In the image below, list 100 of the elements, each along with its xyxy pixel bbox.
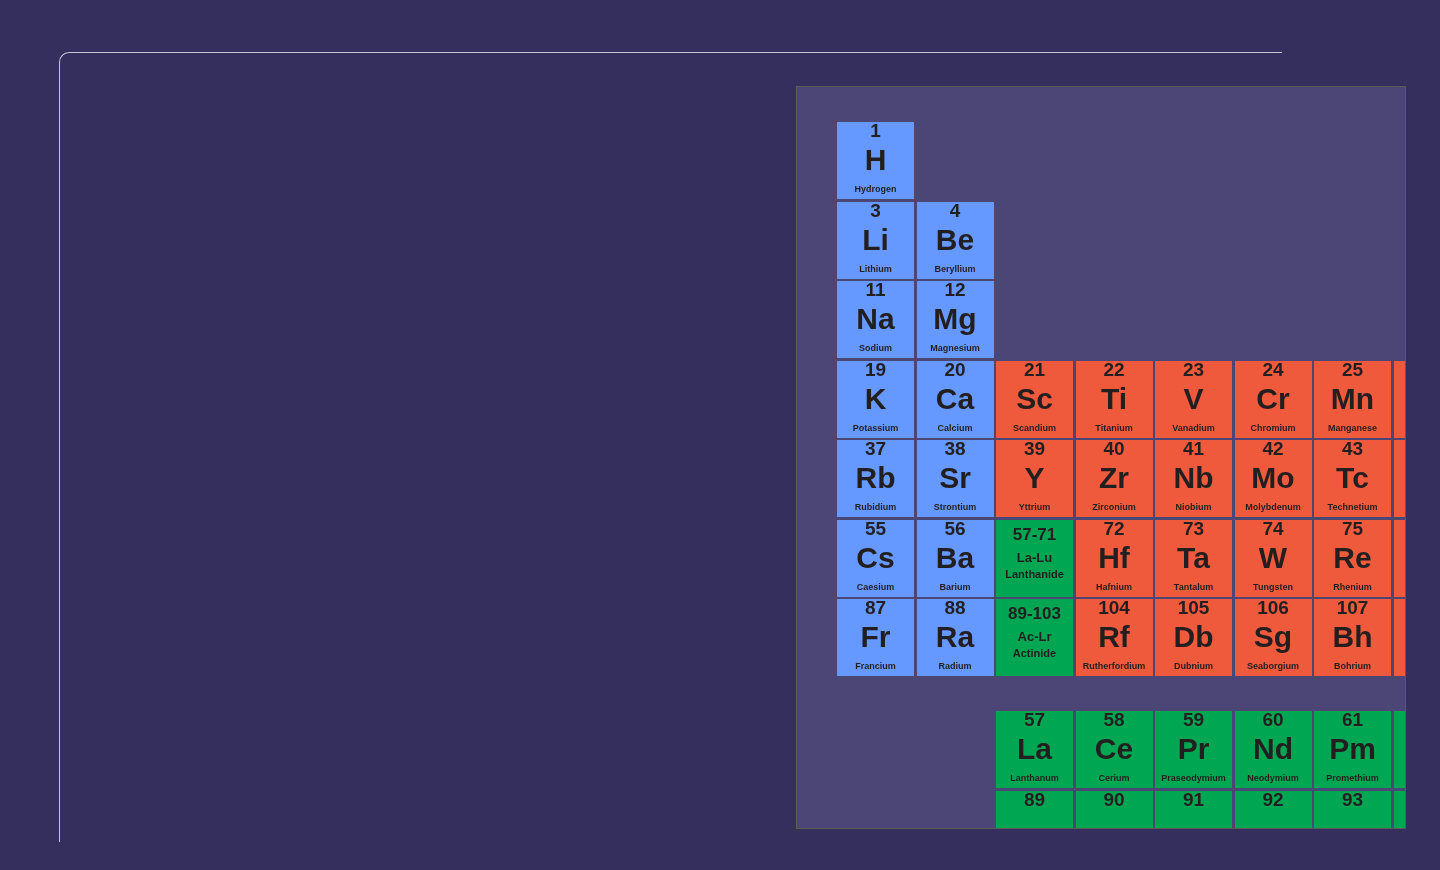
- element-name: Hafnium: [1096, 581, 1132, 592]
- element-symbol: Li: [862, 222, 889, 257]
- atomic-number: 39: [1023, 439, 1046, 459]
- element-name: Rubidium: [854, 502, 897, 512]
- atomic-number: 3: [870, 200, 881, 221]
- atomic-number: 88: [944, 598, 966, 618]
- element-name: Molybdenum: [1245, 502, 1301, 512]
- element-symbol: Sr: [939, 461, 971, 495]
- element-symbol: Nb: [1173, 461, 1214, 495]
- element-name: Lanthanum: [1010, 773, 1059, 783]
- atomic-number: 91: [1182, 789, 1205, 810]
- atomic-number: 38: [944, 439, 966, 459]
- element-name: Strontium: [933, 502, 977, 512]
- atomic-number: 22: [1103, 359, 1125, 380]
- element-name: Francium: [855, 661, 896, 671]
- element-symbol: Hf: [1098, 540, 1130, 575]
- atomic-number: 90: [1103, 789, 1125, 810]
- element-name: Scandium: [1013, 422, 1056, 433]
- atomic-number: 92: [1262, 789, 1284, 810]
- atomic-number: 40: [1103, 439, 1125, 459]
- atomic-number: 24: [1262, 359, 1284, 380]
- atomic-number: 59: [1182, 710, 1205, 730]
- element-name: Seaborgium: [1247, 661, 1299, 671]
- element-name: Neodymium: [1247, 773, 1299, 783]
- element-name: Magnesium: [930, 343, 980, 353]
- element-symbol: V: [1183, 381, 1204, 416]
- atomic-number: 75: [1341, 518, 1364, 539]
- element-symbol: Cr: [1256, 381, 1290, 416]
- atomic-number: 37: [864, 439, 887, 459]
- element-symbol: Re: [1333, 540, 1372, 575]
- element-symbol: Pr: [1177, 732, 1210, 766]
- atomic-number: 104: [1098, 598, 1130, 618]
- atomic-number: 73: [1182, 518, 1205, 539]
- element-symbol: W: [1258, 540, 1288, 575]
- element-symbol: Ra: [935, 620, 975, 654]
- element-name: Manganese: [1328, 422, 1377, 433]
- atomic-number: 87: [864, 598, 887, 618]
- element-symbol: Rf: [1098, 620, 1130, 654]
- atomic-number: 105: [1177, 598, 1210, 618]
- element-name: Praseodymium: [1161, 773, 1226, 783]
- element-symbol: Be: [935, 222, 975, 257]
- element-symbol: Na: [856, 302, 895, 336]
- element-symbol: Bh: [1332, 620, 1373, 654]
- element-symbol: Y: [1024, 461, 1045, 495]
- atomic-number: 72: [1103, 518, 1125, 539]
- atomic-number: 4: [949, 200, 961, 221]
- element-symbol: Mn: [1330, 381, 1375, 416]
- element-name: Dubnium: [1174, 661, 1213, 671]
- element-symbol: Ba: [935, 540, 975, 575]
- atomic-number: 42: [1262, 439, 1284, 459]
- element-symbol: K: [864, 381, 887, 416]
- atomic-number: 43: [1341, 439, 1364, 459]
- element-symbol: Mg: [933, 302, 977, 336]
- element-symbol: H: [864, 143, 887, 177]
- atomic-number-range: 89-103: [1008, 604, 1061, 623]
- element-symbol: Sc: [1016, 381, 1053, 416]
- atomic-number-range: 57-71: [1012, 524, 1057, 544]
- element-name: Niobium: [1175, 502, 1212, 512]
- element-symbol: Ca: [935, 381, 975, 416]
- element-symbol: Nd: [1253, 732, 1293, 766]
- element-symbol: Ta: [1177, 540, 1210, 575]
- element-name: Caesium: [856, 581, 895, 592]
- element-name: Chromium: [1250, 422, 1296, 433]
- element-name: Lithium: [859, 263, 892, 274]
- element-name: Rutherfordium: [1082, 661, 1146, 671]
- element-symbol: Zr: [1099, 461, 1129, 495]
- element-symbol: Sg: [1253, 620, 1293, 654]
- atomic-number: 89: [1023, 789, 1046, 810]
- element-symbol: Pm: [1329, 732, 1376, 766]
- atomic-number: 20: [944, 359, 966, 380]
- element-name: Tungsten: [1253, 581, 1293, 592]
- element-name: Titanium: [1095, 422, 1133, 433]
- atomic-number: 41: [1182, 439, 1205, 459]
- atomic-number: 106: [1257, 598, 1289, 618]
- symbol-range: Ac-Lr: [1017, 629, 1052, 644]
- atomic-number: 19: [864, 359, 887, 380]
- atomic-number: 74: [1262, 518, 1284, 539]
- element-symbol: Ti: [1100, 381, 1128, 416]
- element-name: Hydrogen: [854, 184, 897, 194]
- element-name: Cerium: [1098, 773, 1130, 783]
- element-name: Sodium: [859, 343, 892, 353]
- atomic-number: 107: [1336, 598, 1369, 618]
- atomic-number: 55: [864, 518, 887, 539]
- element-symbol: Db: [1173, 620, 1214, 654]
- atomic-number: 25: [1341, 359, 1364, 380]
- group-name: Actinide: [1012, 647, 1057, 660]
- atomic-number: 61: [1341, 710, 1364, 730]
- element-symbol: Mo: [1251, 461, 1295, 495]
- element-name: Bohrium: [1334, 661, 1371, 671]
- element-name: Beryllium: [934, 263, 976, 274]
- element-symbol: Fr: [860, 620, 891, 654]
- element-symbol: Rb: [855, 461, 896, 495]
- element-symbol: Tc: [1336, 461, 1369, 495]
- atomic-number: 21: [1023, 359, 1046, 380]
- element-symbol: Cs: [856, 540, 895, 575]
- element-name: Barium: [939, 581, 971, 592]
- atomic-number: 60: [1262, 710, 1284, 730]
- element-name: Yttrium: [1018, 502, 1051, 512]
- element-name: Rhenium: [1333, 581, 1372, 592]
- element-symbol: Ce: [1094, 732, 1134, 766]
